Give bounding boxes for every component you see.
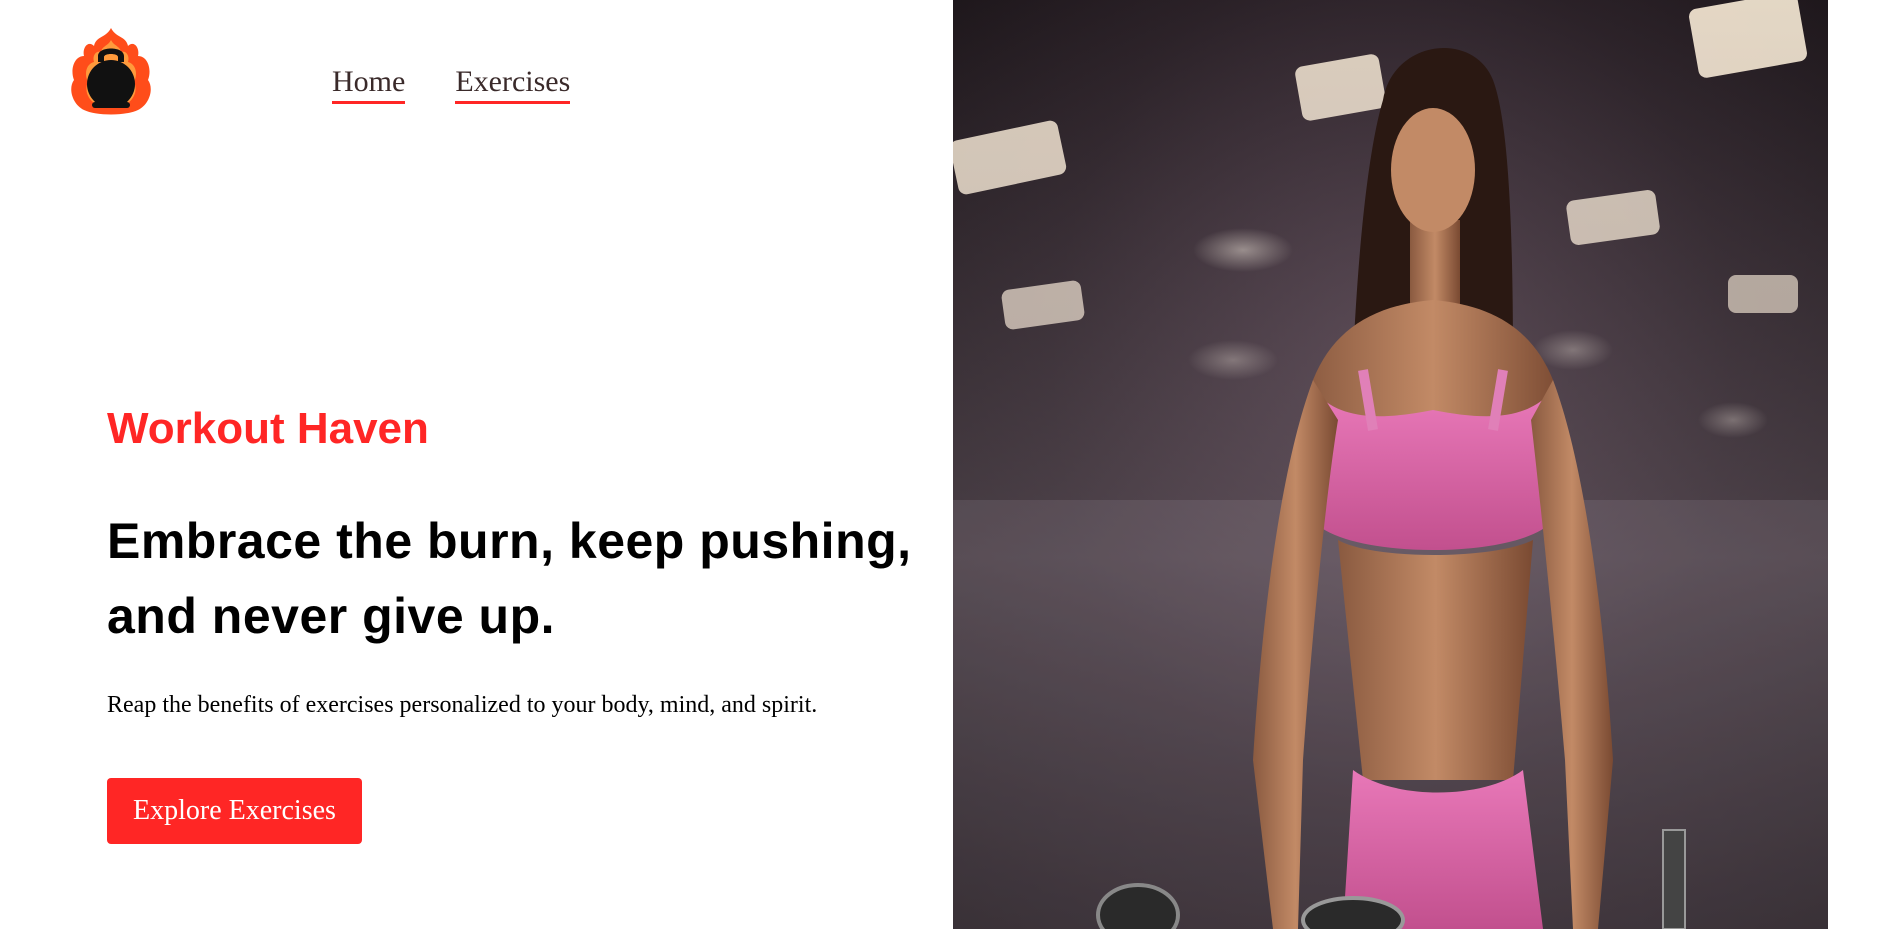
hero-headline-line1: Embrace the burn, keep pushing, <box>107 513 912 569</box>
woman-athlete-gym-photo <box>953 0 1828 929</box>
explore-exercises-button[interactable]: Explore Exercises <box>107 778 362 844</box>
hero-banner-image <box>953 0 1828 929</box>
hero-subtext: Reap the benefits of exercises personali… <box>107 692 818 718</box>
nav-link-exercises[interactable]: Exercises <box>455 64 571 104</box>
main-nav: Home Exercises <box>332 64 571 104</box>
brand-title: Workout Haven <box>107 404 429 453</box>
hero-headline-line2: and never give up. <box>107 588 556 644</box>
hero-headline: Embrace the burn, keep pushing, and neve… <box>107 504 947 654</box>
logo[interactable] <box>68 26 154 116</box>
hero-section: Workout Haven Embrace the burn, keep pus… <box>107 402 947 844</box>
kettlebell-flame-icon <box>71 28 151 115</box>
nav-link-home[interactable]: Home <box>332 64 406 104</box>
